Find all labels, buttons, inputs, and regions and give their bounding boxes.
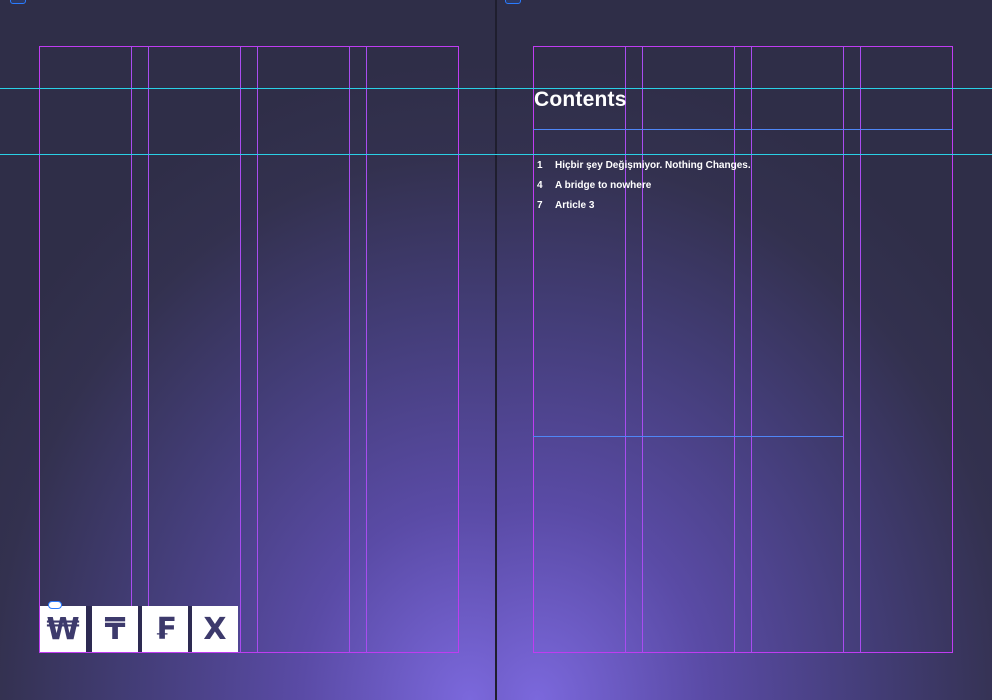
column-guide <box>843 46 844 653</box>
column-guide <box>625 46 626 653</box>
contents-heading: Contents <box>534 88 627 111</box>
page-link-icon[interactable] <box>10 0 26 4</box>
text-frame-edge <box>533 436 843 437</box>
wtfx-logo[interactable]: ₩ ₸ ₣ X <box>40 606 238 652</box>
logo-letter: X <box>192 606 238 652</box>
logo-letter: ₩ <box>40 606 86 652</box>
margin-guide <box>533 46 953 653</box>
column-guide <box>148 46 149 653</box>
column-guide <box>257 46 258 653</box>
logo-letter: ₣ <box>142 606 188 652</box>
toc-entry[interactable]: 7 Article 3 <box>537 195 837 215</box>
table-of-contents[interactable]: 1 Hiçbir şey Değişmiyor. Nothing Changes… <box>537 155 837 215</box>
column-guide <box>240 46 241 653</box>
toc-page-number: 7 <box>537 199 543 211</box>
column-guide <box>860 46 861 653</box>
toc-title: A bridge to nowhere <box>555 179 652 191</box>
link-icon[interactable] <box>48 601 62 609</box>
column-guide <box>131 46 132 653</box>
toc-title: Article 3 <box>555 199 595 211</box>
document-spread: ₩ ₸ ₣ X Contents 1 Hiçbir şey Değişmiyor… <box>0 0 992 700</box>
toc-title: Hiçbir şey Değişmiyor. Nothing Changes. <box>555 159 751 171</box>
toc-entry[interactable]: 4 A bridge to nowhere <box>537 175 837 195</box>
page-link-icon[interactable] <box>505 0 521 4</box>
left-page[interactable]: ₩ ₸ ₣ X <box>0 0 495 700</box>
toc-entry[interactable]: 1 Hiçbir şey Değişmiyor. Nothing Changes… <box>537 155 837 175</box>
logo-letter: ₸ <box>92 606 138 652</box>
column-guide <box>366 46 367 653</box>
ruler-guide[interactable] <box>0 88 992 89</box>
column-guide <box>734 46 735 653</box>
column-guide <box>349 46 350 653</box>
toc-page-number: 4 <box>537 179 543 191</box>
ruler-guide[interactable] <box>0 154 992 155</box>
toc-page-number: 1 <box>537 159 543 171</box>
column-guide <box>751 46 752 653</box>
margin-guide <box>39 46 459 653</box>
text-frame-edge <box>533 129 953 130</box>
column-guide <box>642 46 643 653</box>
